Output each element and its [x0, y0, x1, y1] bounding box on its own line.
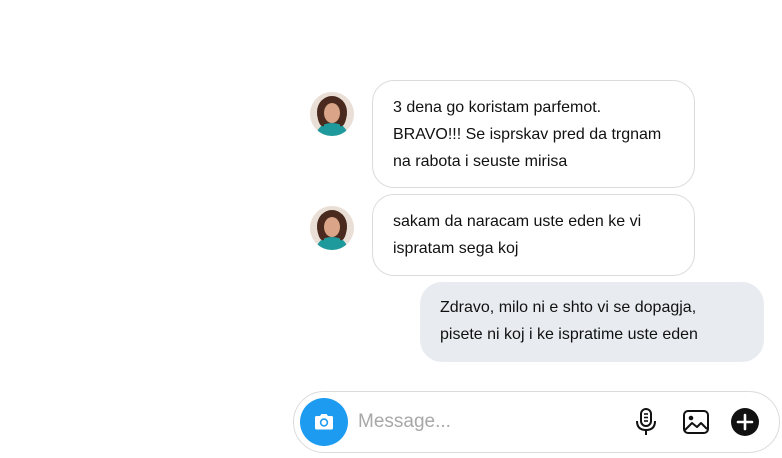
message-bubble-incoming[interactable]: 3 dena go koristam parfemot. BRAVO!!! Se… [372, 80, 695, 188]
image-icon [683, 410, 709, 434]
message-line: na rabota i seuste mirisa [393, 153, 568, 170]
message-line: Zdravo, milo ni e shto vi se dopagja, [440, 299, 697, 316]
sender-avatar[interactable] [310, 206, 354, 250]
message-bubble-incoming[interactable]: sakam da naracam uste eden ke vi isprata… [372, 194, 695, 276]
message-bubble-outgoing[interactable]: Zdravo, milo ni e shto vi se dopagja, pi… [420, 282, 764, 362]
sender-avatar[interactable] [310, 92, 354, 136]
voice-message-button[interactable] [631, 407, 661, 437]
message-line: 3 dena go koristam parfemot. [393, 99, 602, 116]
plus-circle-icon [731, 408, 759, 436]
message-line: pisete ni koj i ke ispratime uste eden [440, 326, 698, 343]
message-line: BRAVO!!! Se isprskav pred da trgnam [393, 126, 662, 143]
camera-button[interactable] [300, 398, 348, 446]
message-line: ispratam sega koj [393, 240, 519, 257]
gallery-button[interactable] [681, 407, 711, 437]
message-input[interactable] [358, 406, 618, 438]
message-composer [293, 391, 780, 453]
microphone-icon [636, 408, 656, 435]
camera-icon [315, 414, 333, 430]
message-line: sakam da naracam uste eden ke vi [393, 213, 642, 230]
more-options-button[interactable] [730, 407, 760, 437]
